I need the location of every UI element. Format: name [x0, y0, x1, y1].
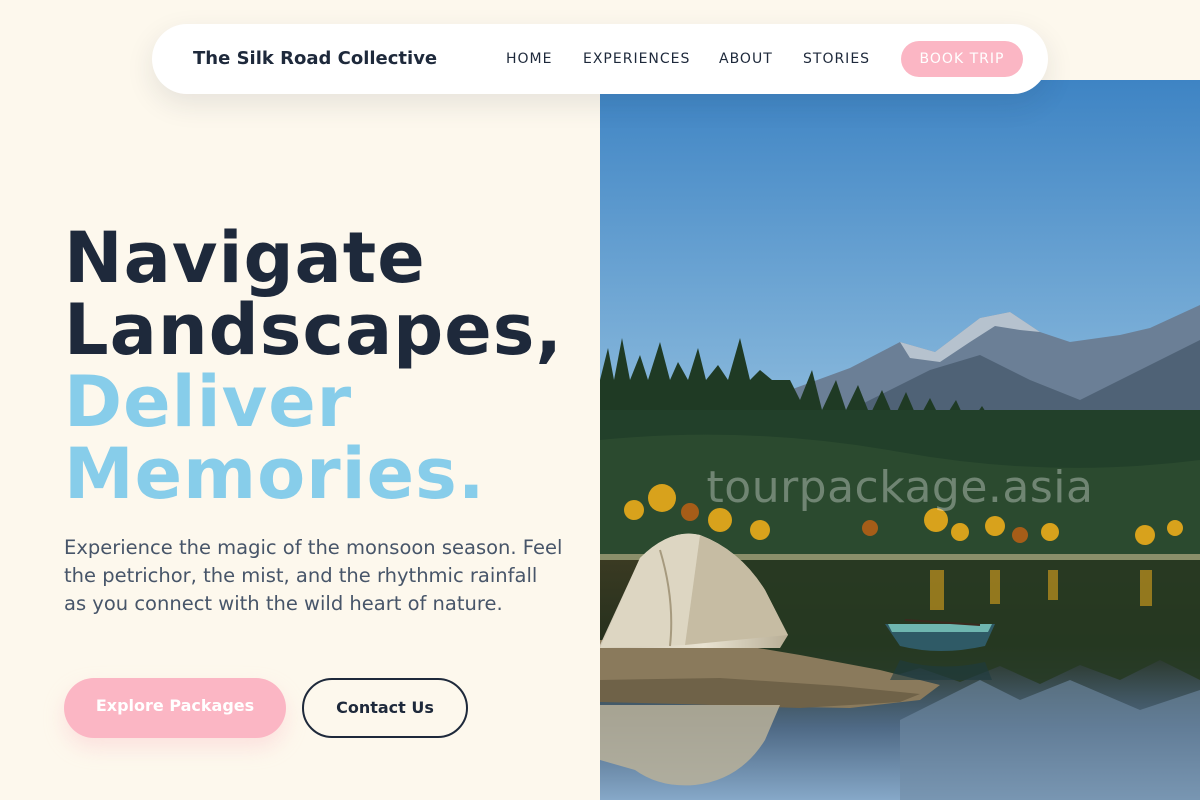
nav-link-home[interactable]: HOME — [506, 24, 552, 94]
nav-link-experiences[interactable]: EXPERIENCES — [583, 24, 690, 94]
headline-line-1: Navigate — [64, 217, 426, 299]
nav-link-stories[interactable]: STORIES — [803, 24, 870, 94]
hero-headline: Navigate Landscapes, Deliver Memories. — [64, 222, 563, 510]
headline-line-3: Deliver — [64, 361, 353, 443]
nav-link-about[interactable]: ABOUT — [719, 24, 773, 94]
contact-us-button[interactable]: Contact Us — [302, 678, 468, 738]
image-watermark: tourpackage.asia — [706, 462, 1094, 513]
top-navbar: The Silk Road Collective HOME EXPERIENCE… — [152, 24, 1048, 94]
hero-description: Experience the magic of the monsoon seas… — [64, 536, 563, 615]
explore-packages-button[interactable]: Explore Packages — [64, 678, 286, 738]
brand-logo-text[interactable]: The Silk Road Collective — [193, 24, 437, 94]
landscape-illustration — [600, 80, 1200, 800]
headline-line-4: Memories. — [64, 433, 486, 515]
headline-line-2: Landscapes, — [64, 289, 564, 371]
hero-landscape-image: tourpackage.asia — [600, 80, 1200, 800]
book-trip-button[interactable]: BOOK TRIP — [901, 41, 1023, 77]
